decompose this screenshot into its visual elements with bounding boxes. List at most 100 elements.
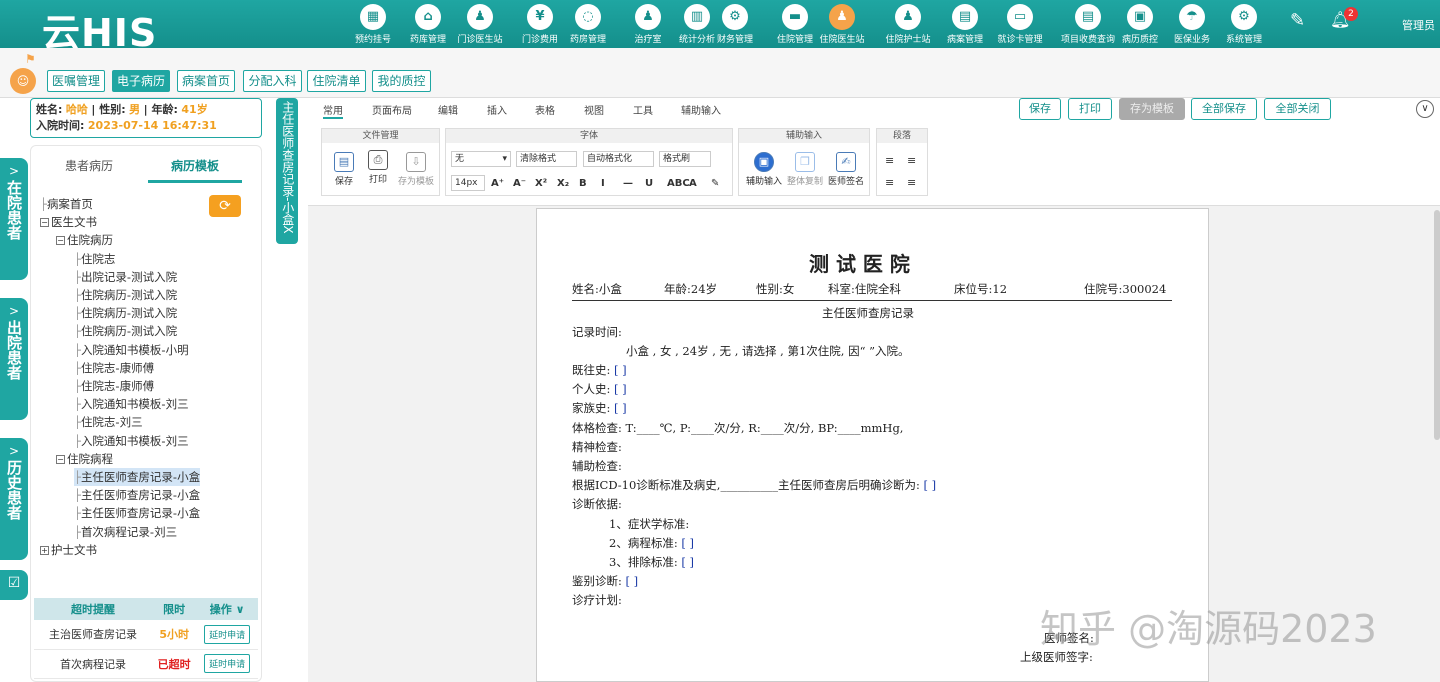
subtab-2[interactable]: 电子病历 bbox=[112, 70, 170, 92]
ribbon-save-button[interactable]: ▤ 保存 bbox=[331, 152, 357, 187]
save-button[interactable]: 保存 bbox=[1019, 98, 1061, 120]
subtab-1[interactable]: 医嘱管理 bbox=[47, 70, 105, 92]
tree-node[interactable]: ├入院通知书模板-小明 bbox=[74, 341, 189, 359]
nav-item[interactable]: ◌ 药房管理 bbox=[558, 3, 618, 47]
subtab-5[interactable]: 住院清单 bbox=[307, 70, 366, 92]
tree-node[interactable]: ├住院病历-测试入院 bbox=[74, 322, 177, 340]
tree-node[interactable]: ├主任医师查房记录-小盒 bbox=[74, 468, 201, 487]
tree-node[interactable]: − 住院病历 bbox=[56, 231, 113, 249]
tree-node[interactable]: ├出院记录-测试入院 bbox=[74, 268, 177, 286]
clear-format-button[interactable]: 清除格式 bbox=[516, 151, 577, 167]
doc-line[interactable]: 精神检查: bbox=[572, 439, 622, 455]
tree-node[interactable]: + 护士文书 bbox=[40, 541, 97, 559]
doctor-avatar-icon[interactable]: ☺ bbox=[10, 68, 36, 94]
tree-node[interactable]: ├住院志-康师傅 bbox=[74, 377, 154, 395]
tree-node[interactable]: ├住院志 bbox=[74, 250, 115, 268]
doc-placeholder[interactable]: [ ] bbox=[610, 401, 627, 415]
tree-node[interactable]: ├主任医师查房记录-小盒 bbox=[74, 486, 200, 504]
nav-item[interactable]: ▦ 预约挂号 bbox=[343, 3, 403, 47]
copy-all-button[interactable]: ❐ 整体复制 bbox=[785, 152, 825, 187]
doc-line[interactable]: 诊断依据: bbox=[572, 496, 622, 512]
auto-format-button[interactable]: 自动格式化 bbox=[583, 151, 654, 167]
collapse-icon[interactable]: − bbox=[56, 236, 65, 246]
nav-item[interactable]: ⌂ 药库管理 bbox=[398, 3, 458, 47]
tree-node[interactable]: ├病案首页 bbox=[40, 195, 93, 213]
doc-line[interactable]: 个人史: [ ] bbox=[572, 381, 627, 397]
patient-summary[interactable]: 小盒 , 女 , 24岁 , 无 , 请选择 , 第1次住院, 因“ ”入院。 bbox=[626, 343, 910, 359]
doc-line[interactable]: 3、排除标准: [ ] bbox=[609, 554, 694, 570]
font-color-icon[interactable]: A bbox=[689, 178, 697, 189]
doc-placeholder[interactable]: [ ] bbox=[622, 574, 639, 588]
tree-node[interactable]: − 住院病程 bbox=[56, 450, 113, 468]
nav-item[interactable]: ☂ 医保业务 bbox=[1162, 3, 1222, 47]
tree-node[interactable]: ├入院通知书模板-刘三 bbox=[74, 432, 189, 450]
assist-input-button[interactable]: ▣ 辅助输入 bbox=[744, 152, 784, 187]
save-all-button[interactable]: 全部保存 bbox=[1191, 98, 1257, 120]
ribbon-save-template-button[interactable]: ⇩ 存为模板 bbox=[396, 152, 436, 187]
font-name-select[interactable]: 无 ▾ bbox=[451, 151, 511, 167]
bold-icon[interactable]: B bbox=[579, 178, 587, 189]
menu-1[interactable]: 常用 bbox=[323, 102, 343, 119]
font-shrink-icon[interactable]: A⁻ bbox=[513, 178, 526, 189]
side-tab-history[interactable]: > 历史患者 bbox=[0, 438, 28, 560]
subtab-3[interactable]: 病案首页 bbox=[177, 70, 235, 92]
nav-item[interactable]: ⚙ 财务管理 bbox=[705, 3, 765, 47]
delay-request-button[interactable]: 延时申请 bbox=[204, 654, 251, 673]
print-button[interactable]: 打印 bbox=[1068, 98, 1112, 120]
tab-record-templates[interactable]: 病历模板 bbox=[171, 157, 219, 174]
save-as-template-button[interactable]: 存为模板 bbox=[1119, 98, 1185, 120]
align-left-icon[interactable]: ≡ bbox=[885, 154, 894, 167]
doc-placeholder[interactable]: [ ] bbox=[678, 536, 694, 550]
collapse-icon[interactable]: − bbox=[40, 218, 49, 228]
subtab-4[interactable]: 分配入科 bbox=[243, 70, 302, 92]
tree-node[interactable]: ├首次病程记录-刘三 bbox=[74, 523, 177, 541]
highlight-icon[interactable]: ✎ bbox=[711, 178, 719, 189]
format-painter-button[interactable]: 格式刷 bbox=[659, 151, 711, 167]
superscript-icon[interactable]: X² bbox=[535, 178, 547, 189]
menu-4[interactable]: 插入 bbox=[487, 102, 507, 117]
strikethrough-icon[interactable]: — bbox=[623, 178, 633, 189]
expand-icon[interactable]: + bbox=[40, 545, 49, 555]
menu-2[interactable]: 页面布局 bbox=[372, 102, 412, 117]
nav-item[interactable]: ▤ 病案管理 bbox=[935, 3, 995, 47]
tree-node[interactable]: ├住院志-康师傅 bbox=[74, 359, 154, 377]
scrollbar[interactable] bbox=[1434, 210, 1440, 440]
refresh-icon[interactable]: ⟳ bbox=[209, 195, 241, 217]
doc-placeholder[interactable]: [ ] bbox=[920, 478, 936, 492]
collapse-icon[interactable]: − bbox=[56, 454, 65, 464]
tree-node[interactable]: ├住院病历-测试入院 bbox=[74, 304, 177, 322]
checklist-icon[interactable]: ☑ bbox=[0, 570, 28, 600]
menu-5[interactable]: 表格 bbox=[535, 102, 555, 117]
font-size-select[interactable]: 14px bbox=[451, 175, 485, 191]
menu-7[interactable]: 工具 bbox=[633, 102, 653, 117]
pencil-icon[interactable]: ✎ bbox=[1290, 10, 1305, 31]
tab-patient-records[interactable]: 患者病历 bbox=[65, 157, 113, 174]
document-tab[interactable]: 主任医师查房记录-小盒X bbox=[276, 98, 298, 244]
menu-6[interactable]: 视图 bbox=[584, 102, 604, 117]
align-justify-icon[interactable]: ≡ bbox=[907, 176, 916, 189]
abc-icon[interactable]: ABC bbox=[667, 178, 690, 189]
doc-line[interactable]: 1、症状学标准: bbox=[609, 516, 689, 532]
ribbon-print-button[interactable]: ⎙ 打印 bbox=[365, 150, 391, 185]
align-right-icon[interactable]: ≡ bbox=[885, 176, 894, 189]
doc-placeholder[interactable]: [ ] bbox=[678, 555, 694, 569]
side-tab-discharged[interactable]: > 出院患者 bbox=[0, 298, 28, 420]
doc-placeholder[interactable]: [ ] bbox=[610, 363, 627, 377]
doc-line[interactable]: 体格检查: T:____℃, P:____次/分, R:____次/分, BP:… bbox=[572, 420, 903, 436]
italic-icon[interactable]: I bbox=[601, 178, 605, 189]
user-name[interactable]: 管理员 bbox=[1402, 17, 1435, 33]
doc-line[interactable]: 既往史: [ ] bbox=[572, 362, 627, 378]
doc-line[interactable]: 根据ICD-10诊断标准及病史,__________主任医师查房后明确诊断为: … bbox=[572, 477, 936, 493]
doc-line[interactable]: 家族史: [ ] bbox=[572, 400, 627, 416]
nav-item[interactable]: ♟ 门诊医生站 bbox=[450, 3, 510, 47]
nav-item[interactable]: ♟ 住院医生站 bbox=[812, 3, 872, 47]
delay-request-button[interactable]: 延时申请 bbox=[204, 624, 251, 644]
align-center-icon[interactable]: ≡ bbox=[907, 154, 916, 167]
nav-item[interactable]: ♟ 住院护士站 bbox=[878, 3, 938, 47]
tree-node[interactable]: − 医生文书 bbox=[40, 213, 97, 231]
font-grow-icon[interactable]: A⁺ bbox=[491, 178, 504, 189]
nav-item[interactable]: ⚙ 系统管理 bbox=[1214, 3, 1274, 47]
collapse-ribbon-icon[interactable]: ∨ bbox=[1416, 100, 1434, 118]
menu-8[interactable]: 辅助输入 bbox=[681, 102, 721, 117]
subtab-6[interactable]: 我的质控 bbox=[372, 70, 431, 92]
